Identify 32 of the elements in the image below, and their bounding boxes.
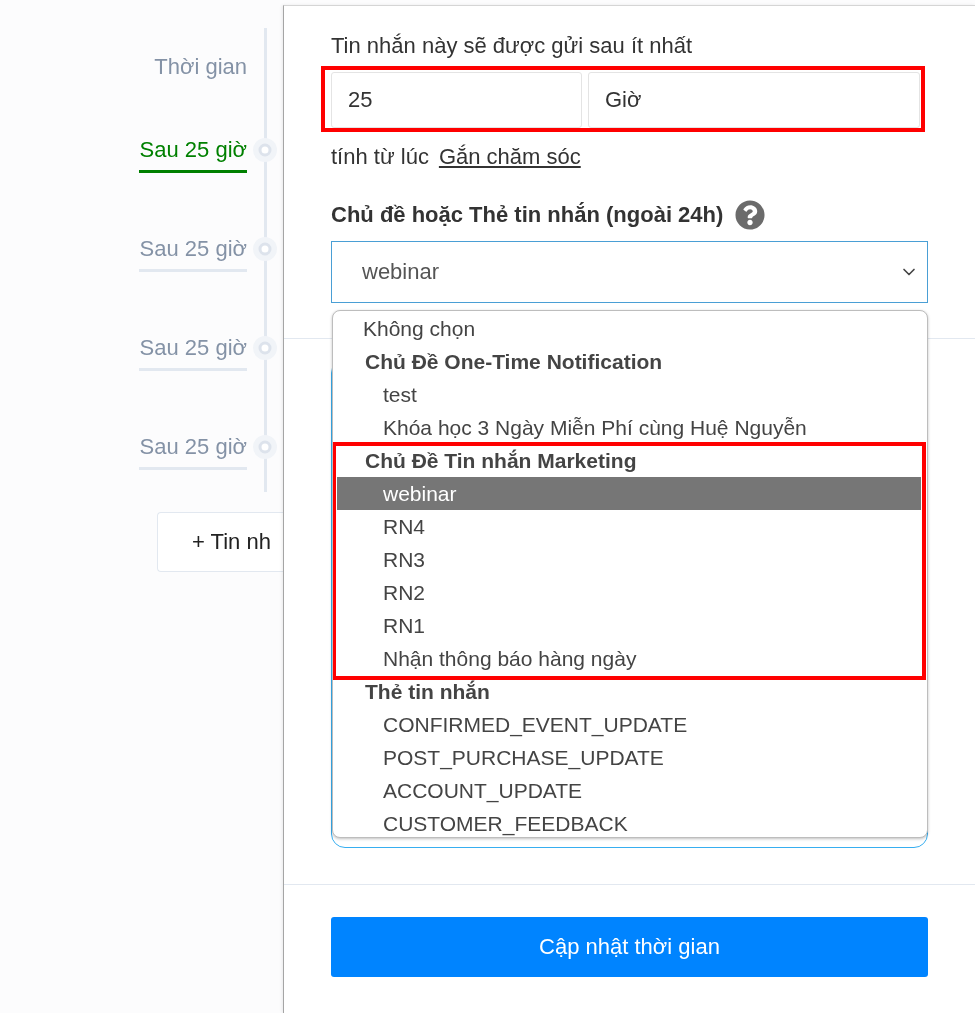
timeline-dot-icon [253, 138, 277, 162]
dropdown-option[interactable]: ACCOUNT_UPDATE [337, 774, 921, 807]
help-icon[interactable] [735, 200, 766, 230]
dropdown-option[interactable]: CONFIRMED_EVENT_UPDATE [337, 708, 921, 741]
since-link[interactable]: Gắn chăm sóc [438, 143, 581, 171]
delay-number-field[interactable]: 25 [331, 72, 582, 128]
add-message-button[interactable]: + Tin nh [157, 512, 283, 572]
dropdown-option[interactable]: RN4 [337, 510, 921, 543]
timeline-dot-icon [253, 336, 277, 360]
dropdown-option[interactable]: CUSTOMER_FEEDBACK [337, 807, 921, 837]
timeline-dot-icon [253, 237, 277, 261]
dropdown-option[interactable]: POST_PURCHASE_UPDATE [337, 741, 921, 774]
option-group-heading: Chủ Đề Tin nhắn Marketing [364, 448, 638, 474]
dropdown-option[interactable]: webinar [337, 477, 921, 510]
since-label: tính từ lúc [331, 143, 429, 171]
dropdown-option[interactable]: RN1 [337, 609, 921, 642]
dropdown-option[interactable]: RN2 [337, 576, 921, 609]
delay-unit-field[interactable]: Giờ [588, 72, 920, 128]
dropdown-option[interactable]: Nhận thông báo hàng ngày [337, 642, 921, 675]
delay-label: Tin nhắn này sẽ được gửi sau ít nhất [331, 32, 694, 60]
dropdown-option[interactable]: Không chọn [337, 312, 921, 345]
option-group-heading: Thẻ tin nhắn [364, 679, 491, 705]
topic-select[interactable]: webinar [331, 241, 928, 303]
topic-label: Chủ đề hoặc Thẻ tin nhắn (ngoài 24h) [331, 201, 724, 229]
dropdown-option[interactable]: test [337, 378, 921, 411]
timeline-dot-icon [253, 435, 277, 459]
timeline-heading: Thời gian [154, 54, 247, 80]
timeline-step[interactable]: Sau 25 giờ [139, 137, 247, 173]
update-time-button[interactable]: Cập nhật thời gian [331, 917, 928, 977]
dropdown-option[interactable]: RN3 [337, 543, 921, 576]
option-group-heading: Chủ Đề One-Time Notification [364, 349, 664, 375]
dropdown-option[interactable]: Khóa học 3 Ngày Miễn Phí cùng Huệ Nguyễn [337, 411, 921, 444]
